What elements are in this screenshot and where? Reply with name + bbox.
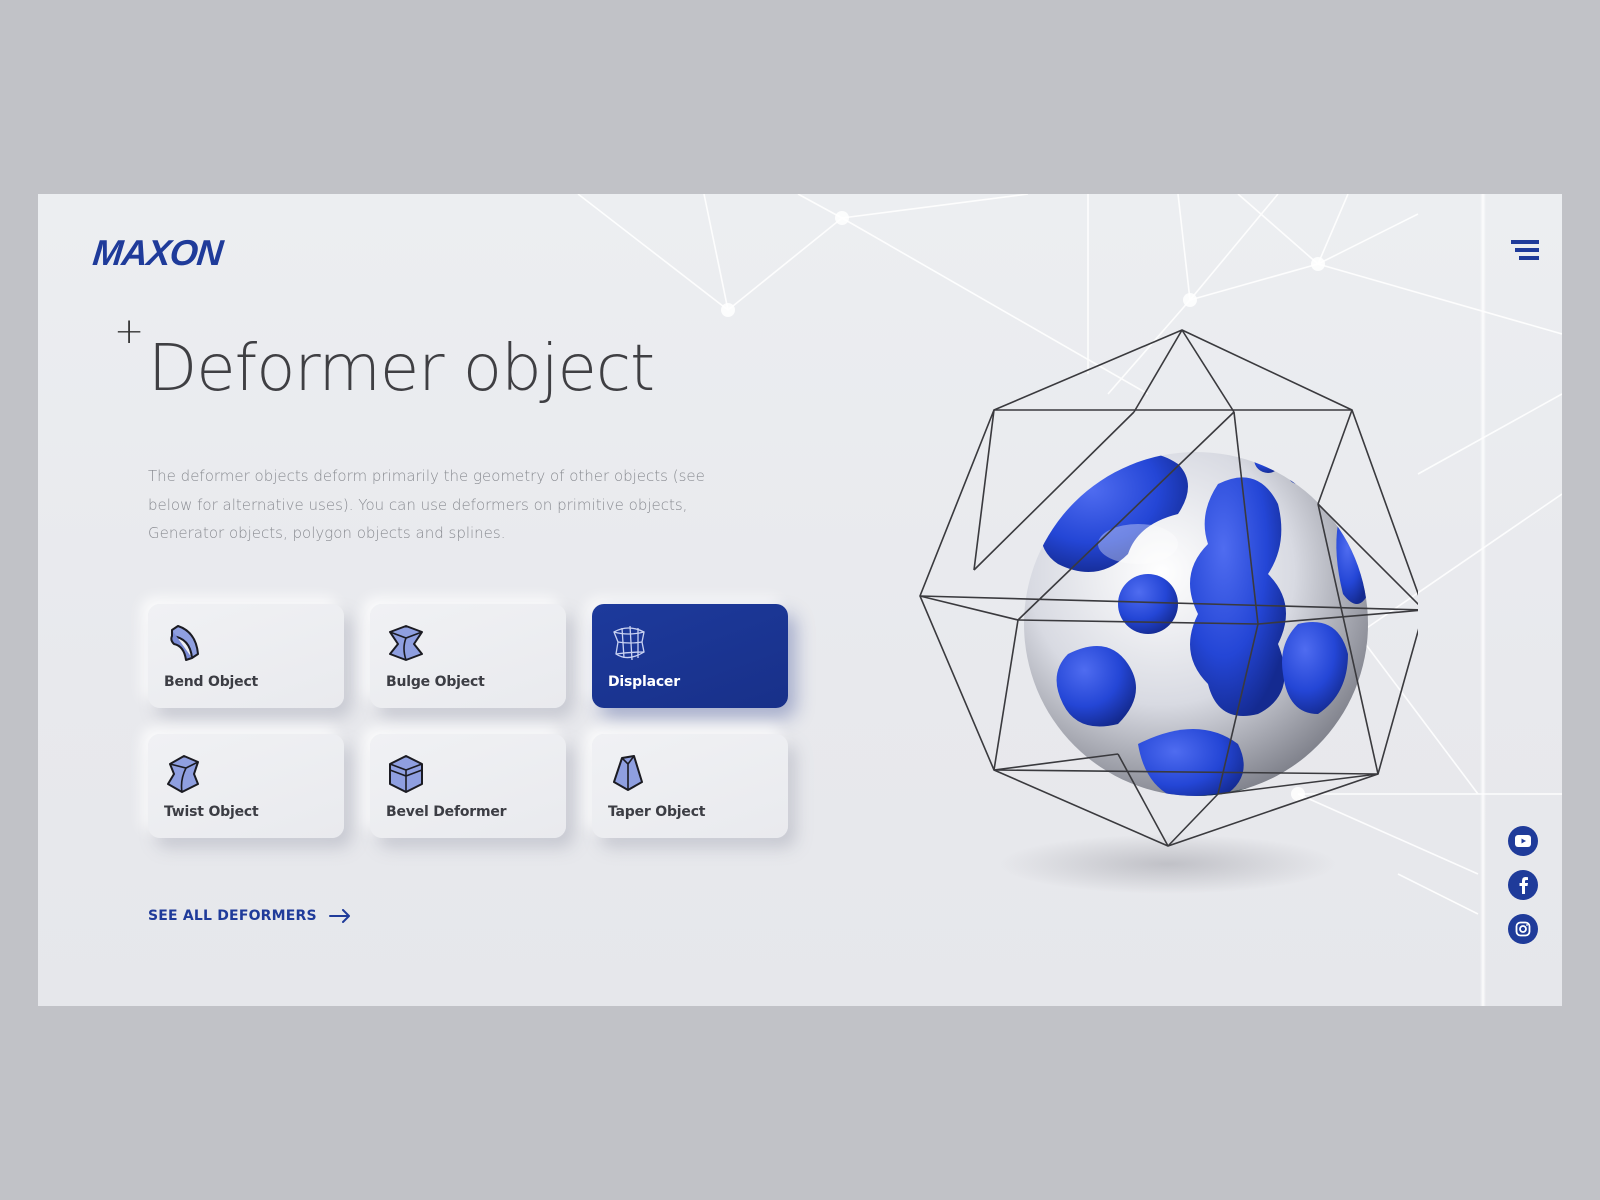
deformer-card-bend[interactable]: Bend Object (148, 604, 344, 708)
deformer-label: Bend Object (164, 674, 259, 690)
page-title: Deformer object (148, 332, 655, 406)
see-all-label: SEE ALL DEFORMERS (148, 908, 317, 924)
facebook-link[interactable] (1508, 870, 1538, 900)
deformer-card-bevel[interactable]: Bevel Deformer (370, 734, 566, 838)
deformer-label: Twist Object (164, 804, 259, 820)
plus-decoration: + (114, 311, 145, 352)
hamburger-menu-icon[interactable] (1508, 238, 1542, 264)
page-description: The deformer objects deform primarily th… (148, 467, 705, 542)
youtube-icon (1515, 835, 1531, 847)
rail-divider (1480, 194, 1486, 1006)
bend-object-icon (170, 625, 199, 661)
bulge-object-icon (389, 625, 423, 661)
taper-object-icon (613, 755, 643, 791)
maxon-logo[interactable]: MAXON (91, 232, 224, 274)
deformer-card-bulge[interactable]: Bulge Object (370, 604, 566, 708)
deformer-card-taper[interactable]: Taper Object (592, 734, 788, 838)
deformer-label: Bulge Object (386, 674, 485, 690)
deformer-card-displacer[interactable]: Displacer (592, 604, 788, 708)
deformer-label: Bevel Deformer (386, 804, 507, 820)
instagram-link[interactable] (1508, 914, 1538, 944)
arrow-right-icon (328, 909, 350, 923)
deformer-label: Taper Object (608, 804, 706, 820)
facebook-icon (1519, 877, 1528, 894)
instagram-icon (1515, 921, 1531, 937)
bevel-deformer-icon (389, 755, 423, 793)
page-frame: MAXON + Deformer object The deformer obj… (38, 194, 1562, 1006)
deformer-grid: Bend Object Bulge Object Displacer Twist… (148, 604, 788, 838)
deformer-label: Displacer (608, 674, 680, 690)
deformer-card-twist[interactable]: Twist Object (148, 734, 344, 838)
youtube-link[interactable] (1508, 826, 1538, 856)
see-all-deformers-link[interactable]: SEE ALL DEFORMERS (148, 908, 351, 924)
globe-wireframe-illustration (919, 329, 1418, 847)
displacer-icon (613, 625, 645, 661)
twist-object-icon (167, 755, 199, 793)
